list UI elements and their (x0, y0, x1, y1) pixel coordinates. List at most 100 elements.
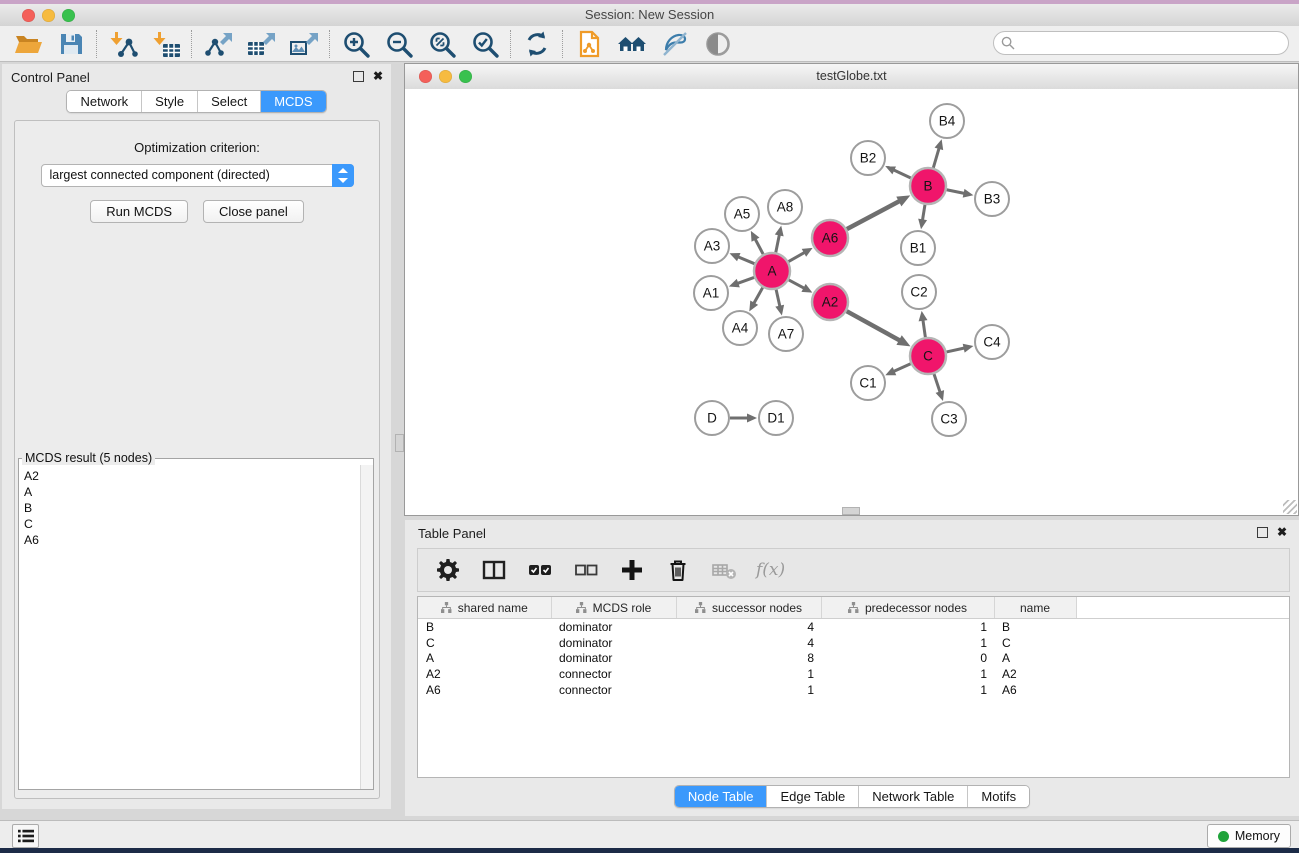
table-row[interactable]: Bdominator41B (418, 619, 1289, 635)
graphics-details-button[interactable] (653, 27, 696, 61)
column-header-MCDS-role[interactable]: MCDS role (551, 597, 676, 619)
graph-edge-B-B4[interactable] (933, 147, 939, 168)
graph-edge-A-A6[interactable] (789, 252, 806, 262)
mcds-result-item[interactable]: C (24, 516, 360, 532)
split-columns-button[interactable] (480, 556, 508, 584)
save-session-button[interactable] (49, 27, 92, 61)
table-cell[interactable]: dominator (551, 650, 676, 666)
deselect-all-button[interactable] (572, 556, 600, 584)
network-minimize-button[interactable] (439, 70, 452, 83)
table-cell[interactable]: C (418, 635, 551, 651)
minimize-window-button[interactable] (42, 9, 55, 22)
table-cell[interactable]: A2 (994, 666, 1076, 682)
zoom-fit-button[interactable] (420, 27, 463, 61)
zoom-in-button[interactable] (334, 27, 377, 61)
table-row[interactable]: Cdominator41C (418, 635, 1289, 651)
table-cell[interactable]: 1 (821, 635, 994, 651)
select-all-button[interactable] (526, 556, 554, 584)
table-cell[interactable]: 1 (676, 666, 821, 682)
table-cell[interactable]: dominator (551, 635, 676, 651)
run-mcds-button[interactable]: Run MCDS (90, 200, 188, 223)
graph-edge-C-C2[interactable] (923, 319, 926, 337)
birdseye-button[interactable] (696, 27, 739, 61)
table-cell[interactable]: 1 (676, 682, 821, 698)
column-header-shared-name[interactable]: shared name (418, 597, 551, 619)
settings-gear-button[interactable] (434, 556, 462, 584)
graph-edge-C-C4[interactable] (947, 348, 966, 352)
search-input[interactable] (1018, 33, 1282, 53)
export-image-button[interactable] (282, 27, 325, 61)
tab-mcds[interactable]: MCDS (260, 91, 325, 112)
column-header-predecessor-nodes[interactable]: predecessor nodes (821, 597, 994, 619)
close-window-button[interactable] (22, 9, 35, 22)
export-table-button[interactable] (239, 27, 282, 61)
table-cell[interactable]: A (418, 650, 551, 666)
table-cell[interactable]: 4 (676, 619, 821, 635)
tab-motifs[interactable]: Motifs (967, 786, 1029, 807)
open-folder-button[interactable] (6, 27, 49, 61)
table-row[interactable]: A2connector11A2 (418, 666, 1289, 682)
mcds-result-item[interactable]: B (24, 500, 360, 516)
column-header-successor-nodes[interactable]: successor nodes (676, 597, 821, 619)
window-resize-grip[interactable] (1283, 500, 1297, 514)
dropdown-stepper-icon[interactable] (332, 164, 354, 187)
graph-edge-C-C1[interactable] (893, 364, 911, 372)
node-table[interactable]: shared nameMCDS rolesuccessor nodesprede… (418, 597, 1289, 697)
memory-button[interactable]: Memory (1207, 824, 1291, 848)
table-cell[interactable]: 4 (676, 635, 821, 651)
column-header-name[interactable]: name (994, 597, 1076, 619)
refresh-button[interactable] (515, 27, 558, 61)
table-cell[interactable]: C (994, 635, 1076, 651)
graph-edge-B-B1[interactable] (922, 205, 925, 222)
tab-select[interactable]: Select (197, 91, 260, 112)
table-cell[interactable]: 1 (821, 619, 994, 635)
table-cell[interactable]: A (994, 650, 1076, 666)
table-cell[interactable]: dominator (551, 619, 676, 635)
mcds-result-list[interactable]: A2ABCA6 (19, 465, 360, 789)
zoom-window-button[interactable] (62, 9, 75, 22)
table-cell[interactable]: A6 (418, 682, 551, 698)
mcds-result-item[interactable]: A (24, 484, 360, 500)
table-cell[interactable]: 1 (821, 682, 994, 698)
table-cell[interactable]: 0 (821, 650, 994, 666)
table-row[interactable]: Adominator80A (418, 650, 1289, 666)
tab-edge-table[interactable]: Edge Table (766, 786, 858, 807)
task-history-button[interactable] (12, 824, 39, 848)
network-close-button[interactable] (419, 70, 432, 83)
network-window-titlebar[interactable]: testGlobe.txt (405, 64, 1298, 90)
graph-edge-A-A2[interactable] (789, 280, 806, 289)
table-row[interactable]: A6connector11A6 (418, 682, 1289, 698)
table-cell[interactable]: A2 (418, 666, 551, 682)
table-cell[interactable]: 8 (676, 650, 821, 666)
table-cell[interactable]: A6 (994, 682, 1076, 698)
mcds-result-item[interactable]: A6 (24, 532, 360, 548)
tab-network-table[interactable]: Network Table (858, 786, 967, 807)
import-network-button[interactable] (101, 27, 144, 61)
close-panel-button[interactable]: Close panel (203, 200, 304, 223)
table-cell[interactable]: connector (551, 682, 676, 698)
table-cell[interactable]: connector (551, 666, 676, 682)
vertical-splitter-handle[interactable] (395, 434, 404, 452)
tab-network[interactable]: Network (67, 91, 141, 112)
network-canvas[interactable]: B4B2BB3B1A5A8A6A3AA1A4A7A2C2CC4C1C3DD1 (405, 89, 1298, 515)
graph-edge-A-A3[interactable] (737, 256, 755, 263)
network-zoom-button[interactable] (459, 70, 472, 83)
delete-table-button[interactable] (710, 556, 738, 584)
optimization-criterion-dropdown[interactable]: largest connected component (directed) (41, 164, 354, 187)
home-view-button[interactable] (610, 27, 653, 61)
graph-edge-A-A4[interactable] (753, 288, 762, 305)
graph-edge-A6-B[interactable] (847, 201, 901, 230)
network-from-file-button[interactable] (567, 27, 610, 61)
search-box[interactable] (993, 31, 1289, 55)
graph-edge-C-C3[interactable] (934, 374, 940, 393)
table-cell[interactable]: B (994, 619, 1076, 635)
zoom-out-button[interactable] (377, 27, 420, 61)
zoom-selected-button[interactable] (463, 27, 506, 61)
table-cell[interactable]: 1 (821, 666, 994, 682)
table-cell[interactable]: B (418, 619, 551, 635)
export-network-button[interactable] (196, 27, 239, 61)
graph-edge-A-A7[interactable] (776, 290, 780, 308)
graph-edge-A-A1[interactable] (736, 277, 754, 283)
function-builder-button[interactable]: f(x) (756, 556, 785, 584)
graph-edge-A-A5[interactable] (755, 238, 764, 254)
